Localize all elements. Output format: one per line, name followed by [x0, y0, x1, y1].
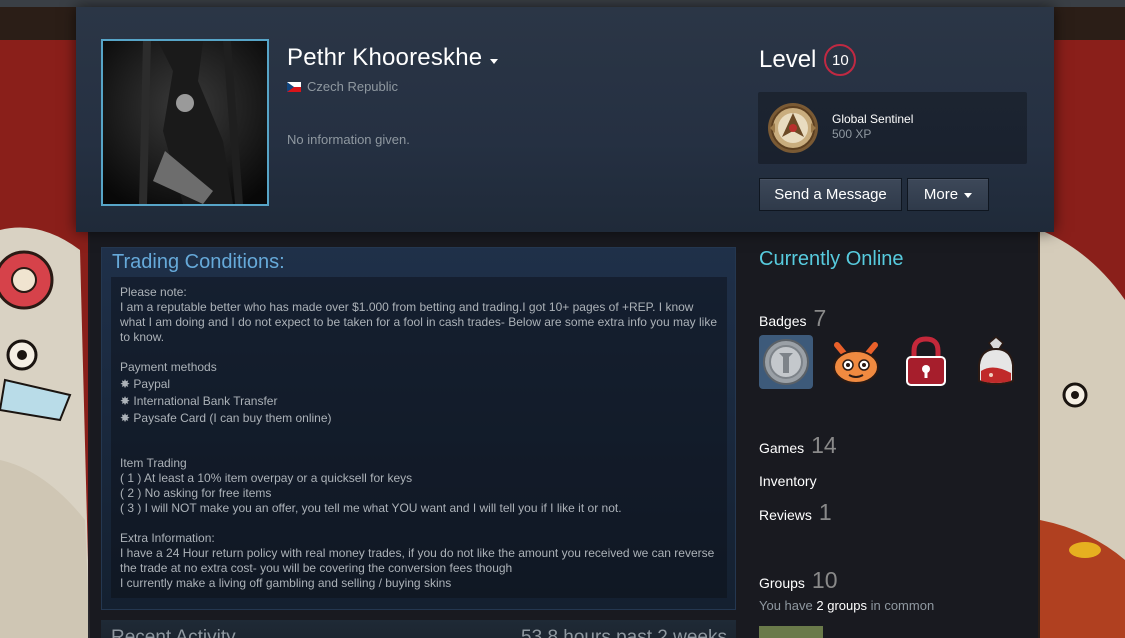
recent-activity-header: Recent Activity 53.8 hours past 2 weeks	[101, 620, 736, 638]
send-message-button[interactable]: Send a Message	[759, 178, 902, 211]
persona-name-dropdown[interactable]: Pethr Khooreskhe	[287, 43, 499, 73]
showcase-line: ( 1 ) At least a 10% item overpay or a q…	[120, 471, 413, 485]
showcase-line: Please note:	[120, 285, 187, 299]
online-status: Currently Online	[759, 248, 904, 270]
profile-sidebar: Currently Online Badges 7 Games 14 Inven…	[759, 232, 1038, 638]
favorite-badge-name: Global Sentinel	[832, 112, 914, 126]
badges-link[interactable]: Badges 7	[759, 305, 826, 332]
showcase-line: I currently make a living off gambling a…	[120, 576, 452, 590]
chevron-down-icon	[490, 58, 499, 64]
profile-location: Czech Republic	[287, 79, 398, 94]
recent-activity-hours: 53.8 hours past 2 weeks	[521, 627, 727, 638]
reviews-count: 1	[818, 499, 832, 525]
showcase-line: I have a 24 Hour return policy with real…	[120, 546, 715, 575]
showcase-heading: Item Trading	[120, 456, 187, 470]
showcase-line: ✸ Paypal	[120, 377, 171, 391]
groups-label: Groups	[759, 575, 805, 591]
groups-in-common: You have 2 groups in common	[759, 598, 935, 613]
info-showcase: Trading Conditions: Please note: I am a …	[101, 247, 736, 610]
games-label: Games	[759, 440, 805, 456]
global-sentinel-icon	[768, 103, 818, 153]
showcase-heading: Extra Information:	[120, 531, 215, 545]
games-count: 14	[811, 432, 837, 458]
profile-level[interactable]: Level 10	[759, 44, 857, 76]
showcase-line: ( 2 ) No asking for free items	[120, 486, 272, 500]
favorite-badge[interactable]: Global Sentinel 500 XP	[758, 92, 1027, 164]
showcase-line: I am a reputable better who has made ove…	[120, 300, 717, 344]
avatar-image	[103, 41, 267, 204]
showcase-line: ✸ Paysafe Card (I can buy them online)	[120, 411, 332, 425]
coin-badge-icon[interactable]	[759, 335, 813, 389]
showcase-heading: Payment methods	[120, 360, 217, 374]
favorite-badge-xp: 500 XP	[832, 127, 872, 141]
showcase-content: Please note: I am a reputable better who…	[111, 277, 727, 598]
top-edge-strip	[0, 0, 1125, 7]
groups-in-common-link[interactable]: 2 groups	[816, 598, 867, 613]
more-button-label: More	[923, 186, 959, 203]
more-button[interactable]: More	[907, 178, 989, 211]
profile-summary: No information given.	[287, 132, 410, 147]
showcase-line: ( 3 ) I will NOT make you an offer, you …	[120, 501, 622, 515]
group-avatar[interactable]	[759, 626, 823, 638]
badges-label: Badges	[759, 313, 807, 329]
groups-count: 10	[811, 567, 838, 593]
showcase-title: Trading Conditions:	[112, 251, 285, 273]
recent-activity-title: Recent Activity	[111, 627, 236, 638]
profile-header: Pethr Khooreskhe Czech Republic No infor…	[76, 7, 1054, 232]
reviews-link[interactable]: Reviews 1	[759, 499, 832, 526]
chevron-down-icon	[964, 193, 973, 198]
level-badge: 10	[824, 44, 857, 76]
games-link[interactable]: Games 14	[759, 432, 837, 459]
inventory-label: Inventory	[759, 473, 817, 489]
groups-link[interactable]: Groups 10	[759, 567, 838, 594]
level-label: Level	[759, 46, 817, 73]
padlock-badge-icon[interactable]	[899, 335, 953, 389]
inventory-link[interactable]: Inventory	[759, 473, 817, 489]
persona-name: Pethr Khooreskhe	[287, 44, 483, 71]
cartoon-face-badge-icon[interactable]	[829, 335, 883, 389]
badges-count: 7	[813, 305, 827, 331]
meat-bag-badge-icon[interactable]	[969, 335, 1023, 389]
avatar[interactable]	[101, 39, 269, 206]
country-name: Czech Republic	[307, 79, 399, 94]
showcase-line: ✸ International Bank Transfer	[120, 394, 278, 408]
reviews-label: Reviews	[759, 507, 812, 523]
czech-flag-icon	[287, 81, 301, 92]
